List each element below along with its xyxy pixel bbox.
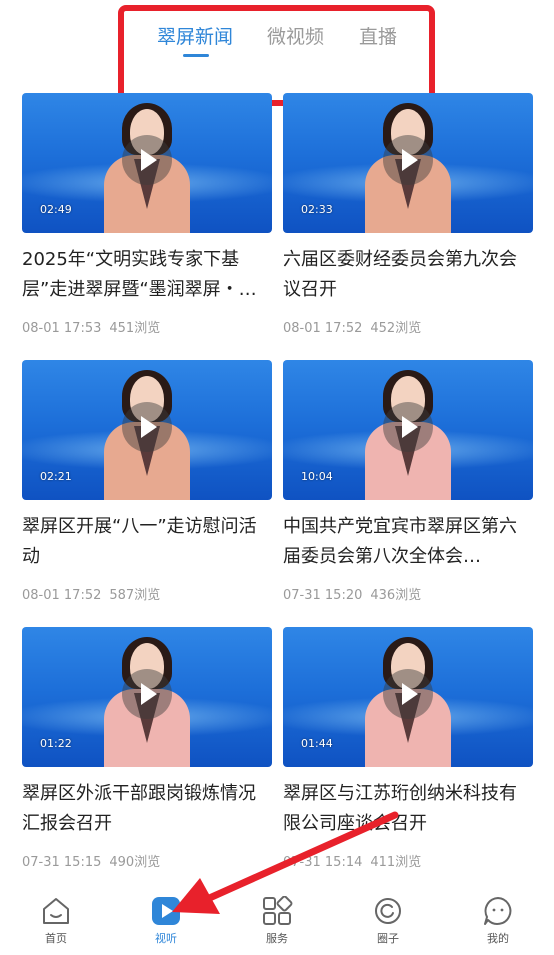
video-date: 07-31 15:15 [22,855,102,870]
video-title[interactable]: 2025年“文明实践专家下基层”走进翠屏暨“墨润翠屏・… [22,245,272,305]
video-meta: 08-01 17:52 587浏览 [22,584,160,603]
nav-label: 我的 [487,932,509,945]
video-thumbnail[interactable]: 10:04 [283,360,533,500]
video-title[interactable]: 翠屏区外派干部跟岗锻炼情况汇报会召开 [22,779,272,839]
video-date: 08-01 17:52 [283,321,363,336]
video-date: 08-01 17:52 [22,588,102,603]
video-meta: 07-31 15:20 436浏览 [283,584,421,603]
video-meta: 08-01 17:53 451浏览 [22,317,160,336]
video-thumbnail[interactable]: 02:49 [22,93,272,233]
bottom-nav-bar: 首页 视听 服务 圈子 我的 [0,888,554,955]
video-meta: 07-31 15:15 490浏览 [22,851,160,870]
video-title[interactable]: 翠屏区与江苏珩创纳米科技有限公司座谈会召开 [283,779,533,839]
video-views: 436浏览 [370,588,422,603]
home-icon [40,896,72,926]
video-title[interactable]: 六届区委财经委员会第九次会议召开 [283,245,533,305]
play-icon[interactable] [122,135,172,185]
video-views: 452浏览 [370,321,422,336]
nav-home[interactable]: 首页 [26,896,86,946]
video-thumbnail[interactable]: 01:22 [22,627,272,767]
nav-label: 圈子 [377,932,399,945]
nav-label: 视听 [155,932,177,945]
profile-icon [482,896,514,926]
video-duration: 02:33 [301,203,333,216]
video-meta: 07-31 15:14 411浏览 [283,851,421,870]
video-duration: 01:22 [40,737,72,750]
play-icon[interactable] [383,669,433,719]
nav-mine[interactable]: 我的 [468,896,528,946]
circle-icon [372,896,404,926]
video-meta: 08-01 17:52 452浏览 [283,317,421,336]
video-date: 08-01 17:53 [22,321,102,336]
video-duration: 02:21 [40,470,72,483]
nav-services[interactable]: 服务 [247,895,307,946]
video-thumbnail[interactable]: 01:44 [283,627,533,767]
video-views: 411浏览 [370,855,422,870]
video-title[interactable]: 翠屏区开展“八一”走访慰问活动 [22,512,272,572]
play-icon[interactable] [122,669,172,719]
play-icon[interactable] [383,402,433,452]
play-icon [150,896,182,926]
annotation-highlight-box [118,5,435,106]
video-duration: 10:04 [301,470,333,483]
nav-label: 首页 [45,932,67,945]
video-duration: 01:44 [301,737,333,750]
video-date: 07-31 15:14 [283,855,363,870]
video-title[interactable]: 中国共产党宜宾市翠屏区第六届委员会第八次全体会… [283,512,533,572]
video-views: 587浏览 [109,588,161,603]
nav-label: 服务 [266,932,288,945]
grid-icon [261,895,293,926]
nav-circle[interactable]: 圈子 [358,896,418,946]
video-thumbnail[interactable]: 02:33 [283,93,533,233]
video-thumbnail[interactable]: 02:21 [22,360,272,500]
video-views: 451浏览 [109,321,161,336]
nav-audio-video[interactable]: 视听 [136,896,196,946]
video-duration: 02:49 [40,203,72,216]
play-icon[interactable] [383,135,433,185]
video-views: 490浏览 [109,855,161,870]
video-date: 07-31 15:20 [283,588,363,603]
play-icon[interactable] [122,402,172,452]
